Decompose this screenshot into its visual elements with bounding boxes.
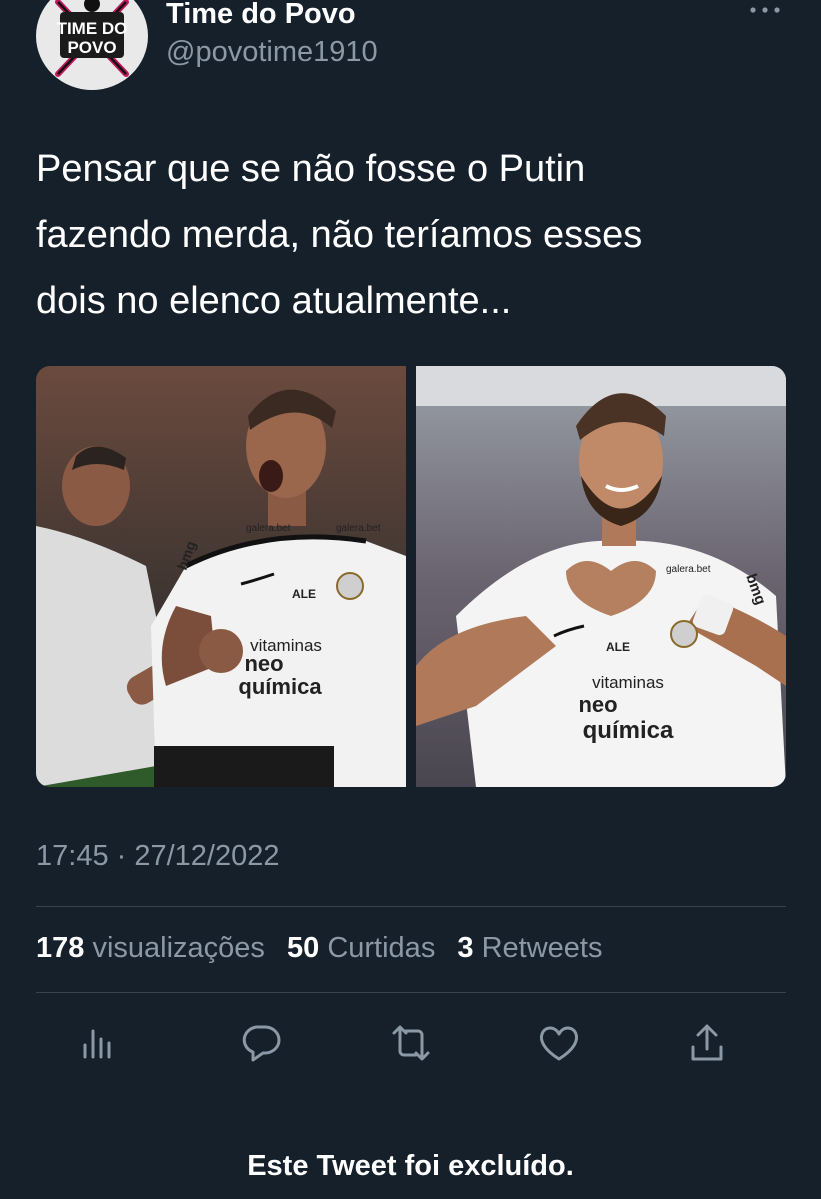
photo-player-heart-gesture[interactable]: vitaminas neo química galera.bet bmg ALE bbox=[416, 366, 786, 787]
reply-icon[interactable] bbox=[236, 1018, 286, 1068]
photo-player-celebrating[interactable]: vitaminas neo química galera.bet galera.… bbox=[36, 366, 406, 787]
author-display-name[interactable]: Time do Povo bbox=[166, 0, 356, 31]
shirt-sponsor-text: química bbox=[238, 674, 322, 699]
tweet-text-line: dois no elenco atualmente... bbox=[36, 280, 512, 322]
shirt-sponsor-mark: ALE bbox=[606, 640, 630, 654]
tweet-text: Pensar que se não fosse o Putin fazendo … bbox=[36, 136, 786, 334]
likes-stat[interactable]: 50 Curtidas bbox=[287, 932, 435, 964]
views-stat[interactable]: 178 visualizações bbox=[36, 932, 265, 964]
tweet-text-line: Pensar que se não fosse o Putin bbox=[36, 148, 586, 190]
tweet-stats: 178 visualizações 50 Curtidas 3 Retweets bbox=[36, 932, 616, 965]
retweet-icon[interactable] bbox=[386, 1018, 436, 1068]
tweet-actions bbox=[36, 1018, 786, 1068]
analytics-icon[interactable] bbox=[72, 1018, 122, 1068]
tweet-header: TIME DO POVO Time do Povo @povotime1910 bbox=[36, 0, 786, 90]
avatar-logo-text-2: POVO bbox=[67, 38, 116, 57]
shirt-sponsor-text: vitaminas bbox=[592, 673, 664, 692]
like-icon[interactable] bbox=[534, 1018, 584, 1068]
share-icon[interactable] bbox=[682, 1018, 732, 1068]
author-handle[interactable]: @povotime1910 bbox=[166, 36, 378, 69]
tweet-deleted-notice: Este Tweet foi excluído. bbox=[247, 1150, 574, 1182]
views-count: 178 bbox=[36, 932, 85, 964]
retweets-label: Retweets bbox=[481, 932, 603, 964]
shirt-sponsor-mark: galera.bet bbox=[666, 564, 711, 575]
divider bbox=[36, 906, 786, 907]
avatar-logo-text-1: TIME DO bbox=[57, 19, 128, 38]
team-logo-icon: TIME DO POVO bbox=[38, 0, 146, 90]
divider bbox=[36, 992, 786, 993]
more-options-icon[interactable] bbox=[748, 0, 782, 20]
likes-count: 50 bbox=[287, 932, 320, 964]
tweet-timestamp[interactable]: 17:45 · 27/12/2022 bbox=[36, 840, 279, 873]
avatar[interactable]: TIME DO POVO bbox=[36, 0, 148, 90]
likes-label: Curtidas bbox=[327, 932, 436, 964]
shirt-sponsor-mark: galera.bet bbox=[246, 523, 291, 534]
shirt-sponsor-text: neo bbox=[244, 651, 283, 676]
shirt-sponsor-mark: galera.bet bbox=[336, 523, 381, 534]
retweets-stat[interactable]: 3 Retweets bbox=[457, 932, 602, 964]
shirt-sponsor-mark: ALE bbox=[292, 587, 316, 601]
tweet-text-line: fazendo merda, não teríamos esses bbox=[36, 214, 643, 256]
retweets-count: 3 bbox=[457, 932, 474, 964]
shirt-sponsor-text: química bbox=[583, 717, 674, 744]
views-label: visualizações bbox=[92, 932, 265, 964]
shirt-sponsor-text: neo bbox=[578, 692, 617, 717]
tweet-media-grid: vitaminas neo química galera.bet galera.… bbox=[36, 366, 786, 787]
